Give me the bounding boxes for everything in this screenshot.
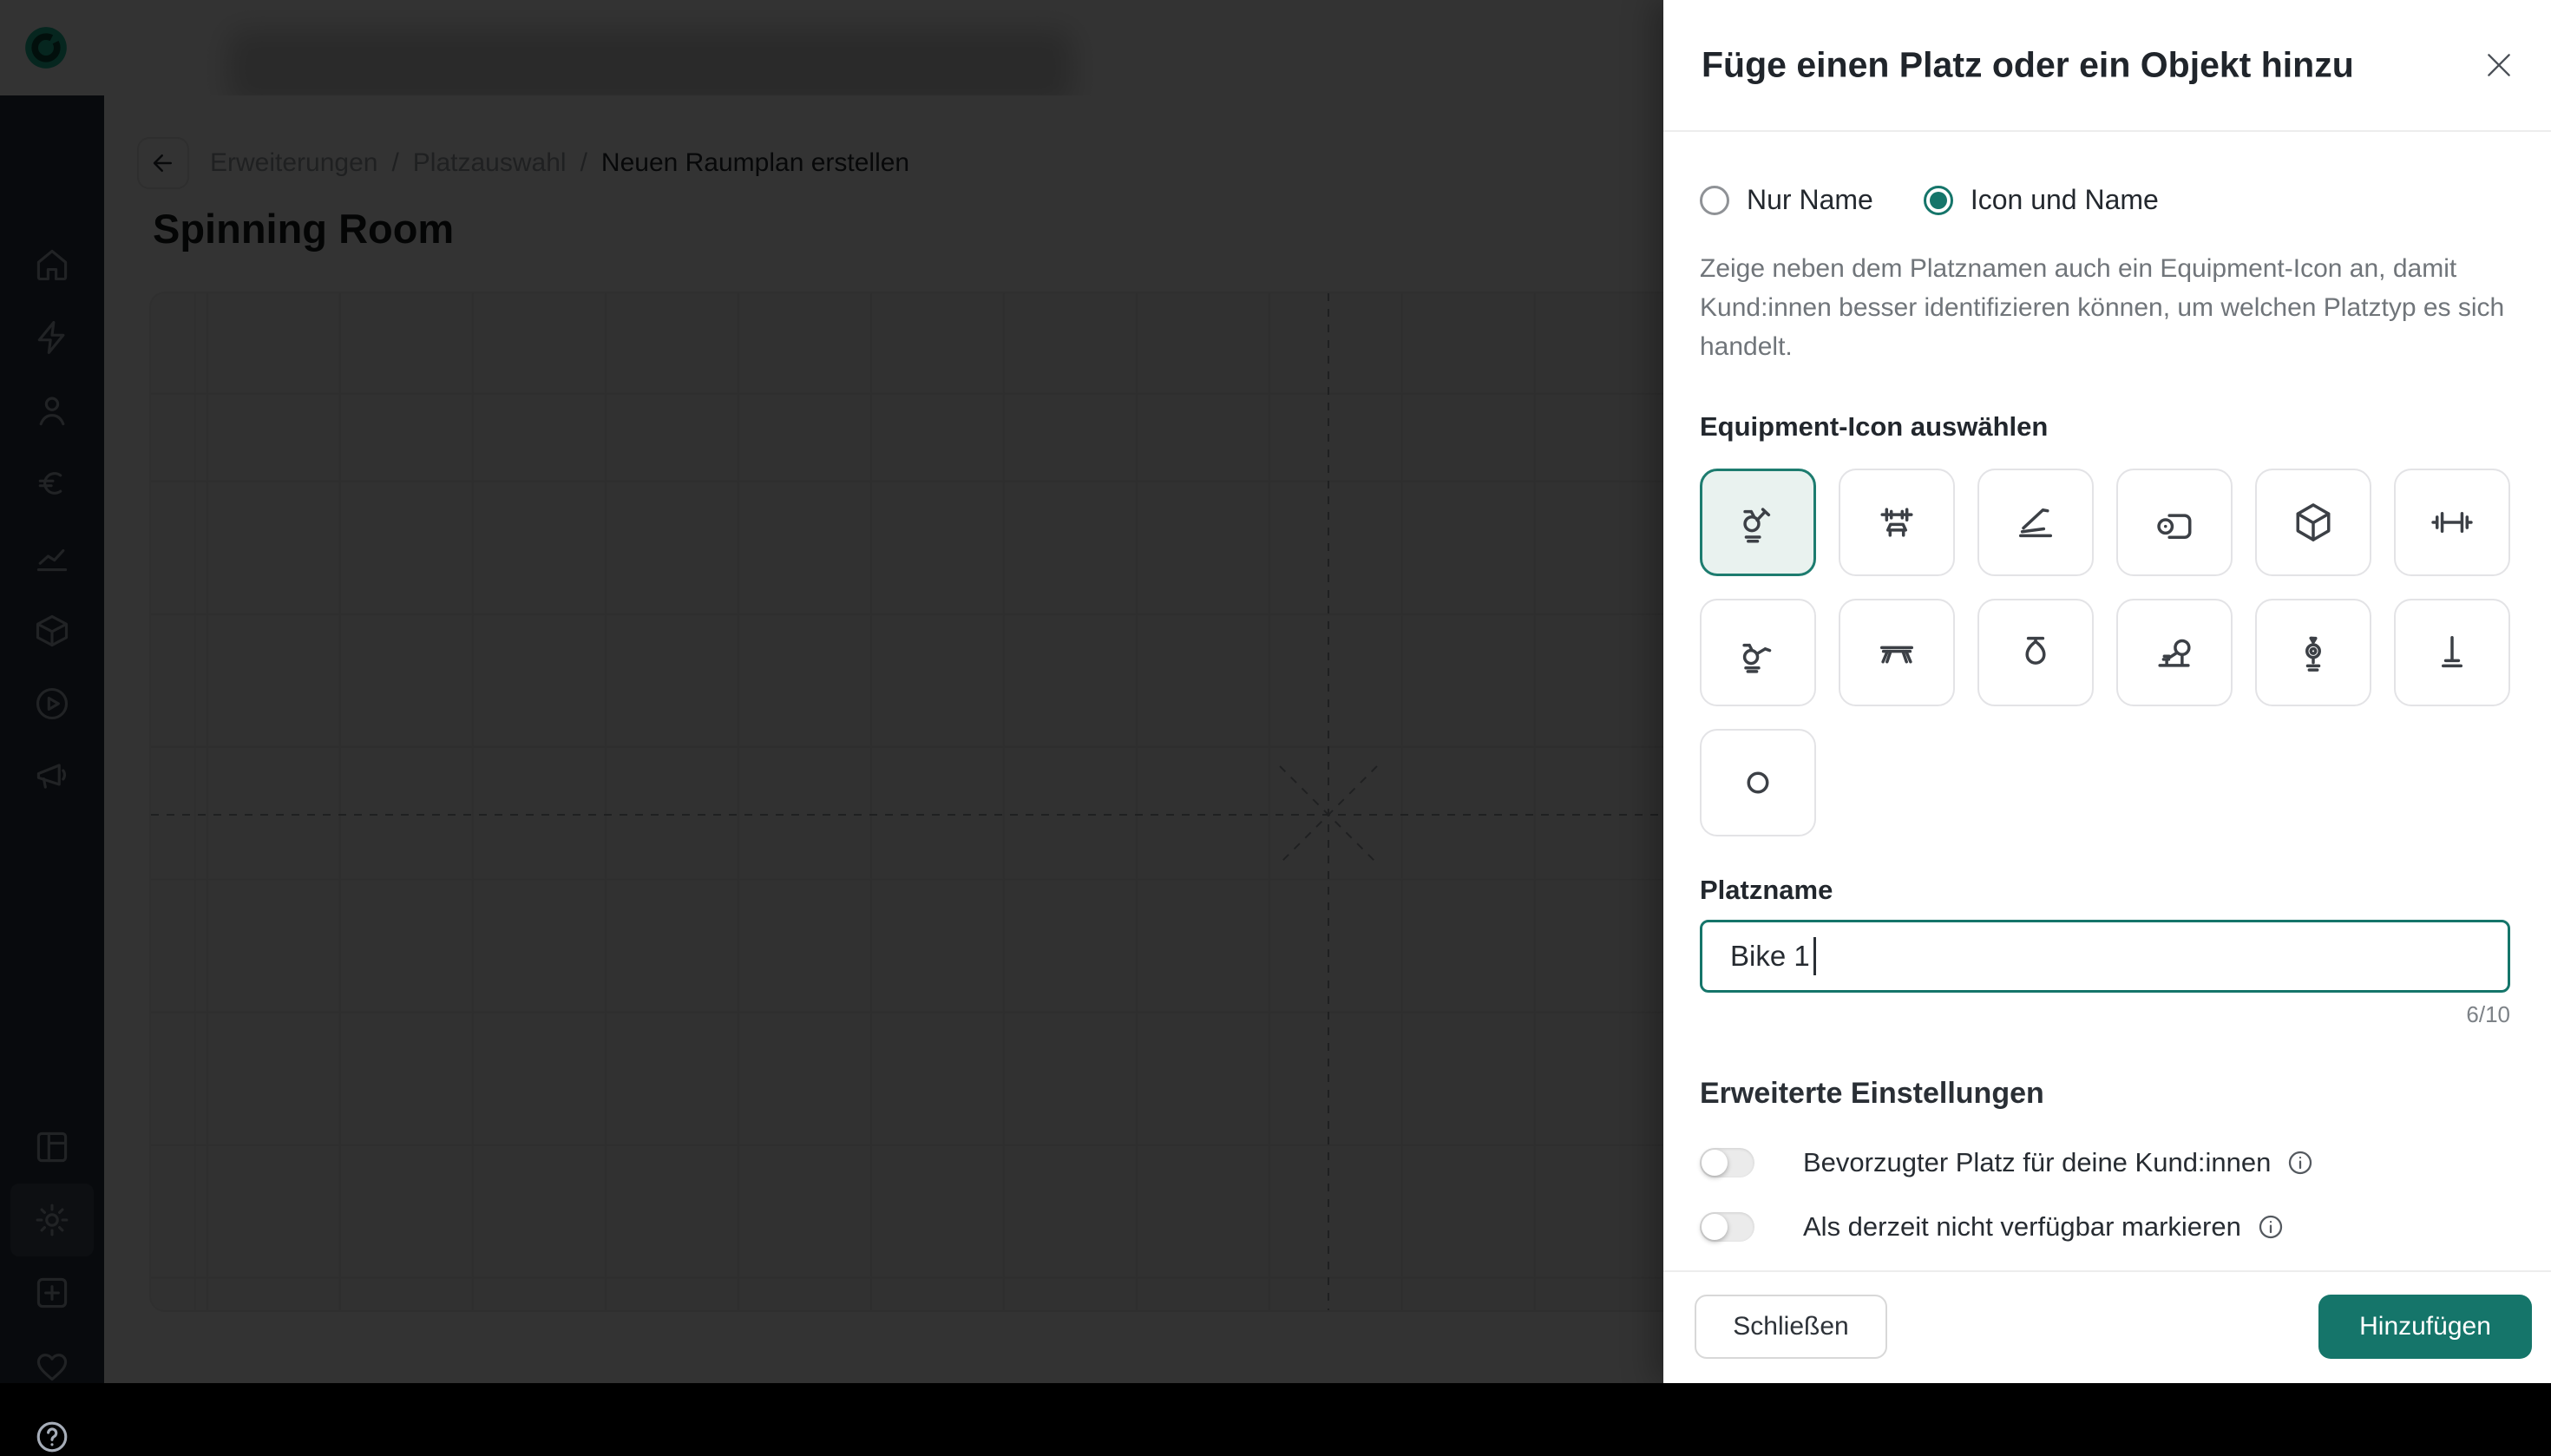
equipment-rowing-machine-icon[interactable] [2116, 599, 2233, 706]
radio-circle-icon [1700, 185, 1729, 215]
equipment-bench-icon[interactable] [1839, 599, 1955, 706]
equipment-spin-bike-icon[interactable] [1700, 469, 1816, 576]
equipment-yoga-mat-icon[interactable] [2116, 469, 2233, 576]
equipment-recumbent-bike-icon[interactable] [1700, 599, 1816, 706]
radio-icon-und-name-label: Icon und Name [1970, 184, 2159, 215]
info-icon[interactable] [2257, 1213, 2285, 1241]
panel-body: Nur Name Icon und Name Zeige neben dem P… [1700, 130, 2510, 1243]
display-mode-options: Nur Name Icon und Name [1700, 184, 2510, 216]
equipment-dumbbell-icon[interactable] [2394, 469, 2510, 576]
add-button[interactable]: Hinzufügen [2318, 1295, 2532, 1359]
equipment-treadmill-icon[interactable] [1977, 469, 2094, 576]
preferred-place-row: Bevorzugter Platz für deine Kund:innen [1700, 1147, 2510, 1178]
help-icon[interactable] [33, 1418, 71, 1456]
advanced-settings-title: Erweiterte Einstellungen [1700, 1077, 2044, 1110]
unavailable-label: Als derzeit nicht verfügbar markieren [1803, 1211, 2241, 1242]
equipment-section-title: Equipment-Icon auswählen [1700, 411, 2049, 442]
platzname-value: Bike 1 [1730, 940, 1810, 972]
radio-nur-name-label: Nur Name [1747, 184, 1873, 215]
toggle-knob [1702, 1214, 1728, 1240]
display-mode-description: Zeige neben dem Platznamen auch ein Equi… [1700, 254, 2505, 361]
platzname-input[interactable]: Bike 1 [1700, 920, 2510, 993]
char-counter: 6/10 [2466, 1001, 2510, 1027]
unavailable-row: Als derzeit nicht verfügbar markieren [1700, 1211, 2510, 1243]
info-icon[interactable] [2286, 1149, 2314, 1177]
panel-header: Füge einen Platz oder ein Objekt hinzu [1663, 0, 2551, 132]
add-place-panel: Füge einen Platz oder ein Objekt hinzu N… [1663, 0, 2551, 1383]
equipment-elliptical-icon[interactable] [2255, 599, 2371, 706]
preferred-place-label: Bevorzugter Platz für deine Kund:innen [1803, 1147, 2272, 1177]
screen: Erweiterungen / Platzauswahl / Neuen Rau… [0, 0, 2551, 1453]
radio-nur-name[interactable]: Nur Name [1700, 184, 1873, 216]
panel-footer: Schließen Hinzufügen [1663, 1270, 2551, 1383]
radio-icon-und-name[interactable]: Icon und Name [1923, 184, 2159, 216]
close-icon[interactable] [2482, 48, 2516, 82]
equipment-punching-bag-icon[interactable] [1977, 599, 2094, 706]
equipment-spot-circle-icon[interactable] [1700, 729, 1816, 836]
preferred-place-toggle[interactable] [1700, 1148, 1754, 1177]
unavailable-toggle[interactable] [1700, 1212, 1754, 1242]
text-caret [1813, 937, 1816, 975]
equipment-bench-press-icon[interactable] [1839, 469, 1955, 576]
radio-selected-icon [1923, 185, 1953, 215]
close-button[interactable]: Schließen [1695, 1295, 1887, 1359]
equipment-pole-icon[interactable] [2394, 599, 2510, 706]
equipment-box-icon[interactable] [2255, 469, 2371, 576]
toggle-knob [1702, 1150, 1728, 1176]
equipment-icon-grid [1700, 469, 2533, 836]
panel-title: Füge einen Platz oder ein Objekt hinzu [1702, 44, 2354, 85]
platzname-label: Platzname [1700, 875, 1833, 905]
